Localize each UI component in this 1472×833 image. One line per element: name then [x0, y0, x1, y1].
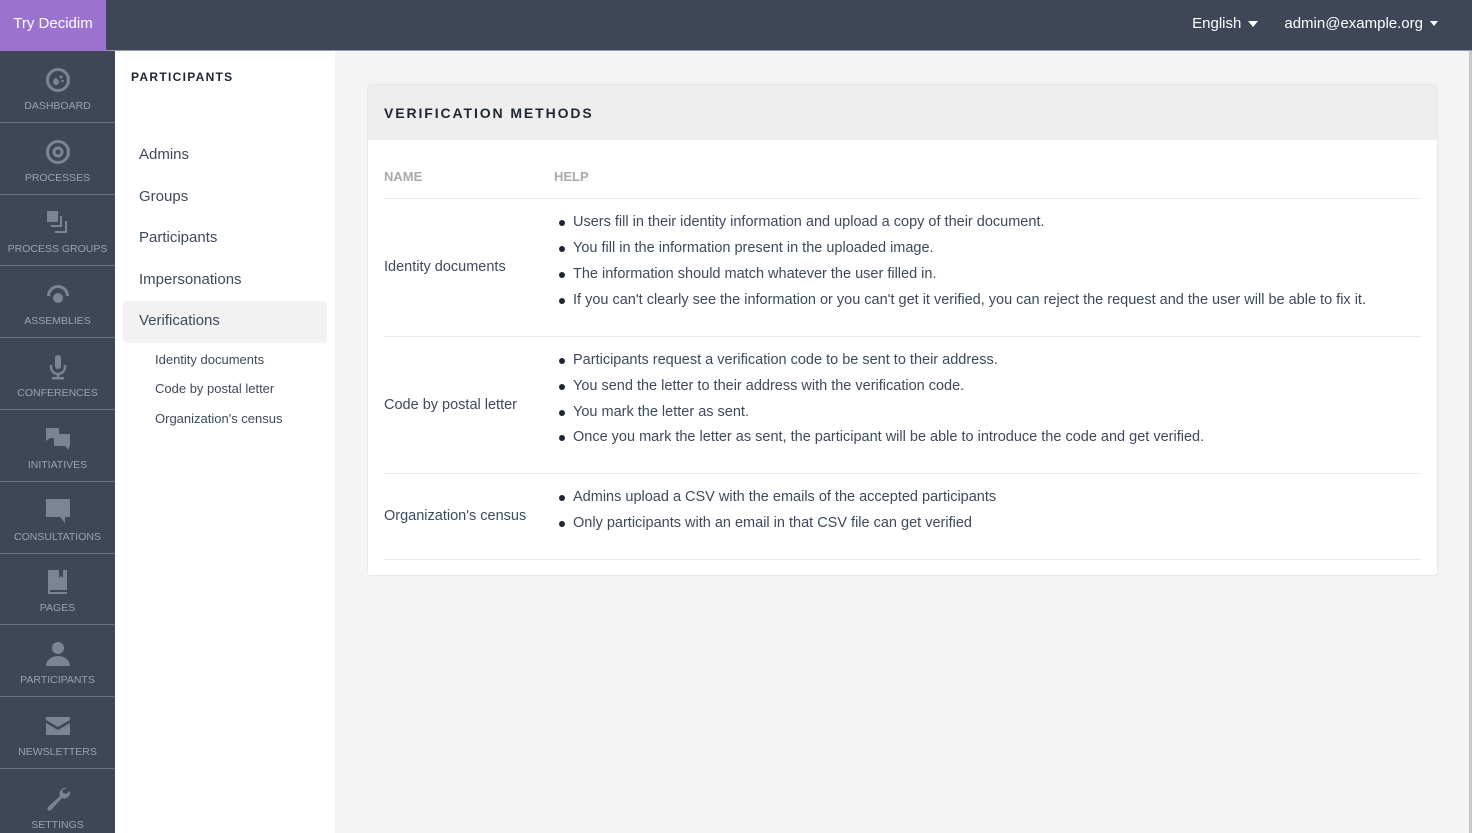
caret-down-icon	[1248, 20, 1259, 27]
nav-item-process-groups[interactable]: Process groups	[0, 195, 115, 267]
target-icon	[45, 139, 70, 164]
help-item: Once you mark the letter as sent, the pa…	[554, 425, 1421, 451]
language-label: English	[1192, 15, 1242, 32]
wrench-icon	[46, 787, 70, 811]
nav-item-initiatives[interactable]: Initiatives	[0, 410, 115, 482]
nav-item-pages[interactable]: Pages	[0, 554, 115, 626]
chat-bubbles-icon	[45, 427, 70, 450]
nav-label: Processes	[24, 171, 91, 184]
secondary-nav-title: PARTICIPANTS	[131, 70, 234, 84]
method-help: Participants request a verification code…	[554, 336, 1421, 474]
nav-item-newsletters[interactable]: Newsletters	[0, 697, 115, 769]
nav-item-processes[interactable]: Processes	[0, 123, 115, 195]
secnav-item-groups[interactable]: Groups	[123, 177, 327, 219]
help-item: Users fill in their identity information…	[554, 210, 1421, 236]
main-content: VERIFICATION METHODS NAME HELP Identity …	[335, 51, 1472, 833]
card-title: VERIFICATION METHODS	[384, 104, 594, 121]
help-item: Participants request a verification code…	[554, 348, 1421, 374]
person-icon	[45, 642, 70, 667]
nav-label: Initiatives	[27, 458, 88, 471]
secnav-subitem-postal-letter[interactable]: Code by postal letter	[123, 374, 327, 404]
nav-item-participants[interactable]: Participants	[0, 625, 115, 698]
user-menu-dropdown[interactable]: admin@example.org	[1284, 15, 1438, 32]
verification-methods-card: VERIFICATION METHODS NAME HELP Identity …	[367, 84, 1438, 576]
layers-icon	[46, 211, 67, 234]
table-row: Organization's census Admins upload a CS…	[384, 473, 1421, 560]
method-name: Organization's census	[384, 473, 554, 560]
column-header-name: NAME	[384, 156, 554, 199]
book-icon	[47, 570, 67, 595]
help-item: If you can't clearly see the information…	[554, 288, 1421, 314]
caret-down-icon	[1430, 21, 1438, 26]
nav-item-settings[interactable]: Settings	[0, 769, 115, 833]
help-item: You mark the letter as sent.	[554, 400, 1421, 426]
help-item: You send the letter to their address wit…	[554, 374, 1421, 400]
nav-label: Conferences	[17, 386, 98, 399]
column-header-help: HELP	[554, 156, 1421, 199]
top-bar: Try Decidim English admin@example.org	[0, 0, 1472, 51]
speech-bubble-icon	[45, 498, 70, 523]
method-help: Admins upload a CSV with the emails of t…	[554, 473, 1421, 560]
secnav-item-verifications[interactable]: Verifications	[123, 301, 327, 343]
help-item: Admins upload a CSV with the emails of t…	[554, 485, 1421, 511]
envelope-icon	[45, 716, 70, 735]
nav-item-consultations[interactable]: Consultations	[0, 482, 115, 554]
user-email: admin@example.org	[1284, 15, 1423, 32]
help-item: The information should match whatever th…	[554, 262, 1421, 288]
nav-label: Consultations	[14, 530, 101, 543]
help-item: Only participants with an email in that …	[554, 511, 1421, 537]
nav-label: Newsletters	[18, 745, 97, 758]
secnav-item-admins[interactable]: Admins	[123, 135, 327, 177]
secnav-subitem-census[interactable]: Organization's census	[123, 404, 327, 434]
nav-item-conferences[interactable]: Conferences	[0, 338, 115, 410]
microphone-icon	[49, 354, 66, 380]
table-row: Identity documents Users fill in their i…	[384, 198, 1421, 337]
nav-label: Settings	[31, 818, 84, 831]
nav-item-assemblies[interactable]: Assemblies	[0, 266, 115, 339]
help-item: You fill in the information present in t…	[554, 236, 1421, 262]
nav-item-dashboard[interactable]: Dashboard	[0, 51, 115, 123]
secondary-nav: PARTICIPANTS Admins Groups Participants …	[115, 51, 335, 833]
verification-methods-table: NAME HELP Identity documents Users fill …	[384, 156, 1421, 560]
nav-label: Process groups	[7, 243, 108, 256]
nav-label: Participants	[20, 674, 95, 687]
dashboard-icon	[45, 67, 70, 92]
method-name: Code by postal letter	[384, 336, 554, 474]
main-nav: Dashboard Processes Process groups Assem…	[0, 51, 115, 833]
nav-label: Pages	[39, 602, 76, 615]
brand-link[interactable]: Try Decidim	[0, 0, 106, 51]
method-help: Users fill in their identity information…	[554, 198, 1421, 337]
nav-label: Dashboard	[24, 99, 91, 112]
table-row: Code by postal letter Participants reque…	[384, 336, 1421, 474]
secnav-subitem-identity-documents[interactable]: Identity documents	[123, 345, 327, 375]
card-header: VERIFICATION METHODS	[368, 85, 1437, 140]
nav-label: Assemblies	[24, 315, 91, 328]
secnav-item-impersonations[interactable]: Impersonations	[123, 260, 327, 302]
secnav-item-participants[interactable]: Participants	[123, 218, 327, 260]
method-name: Identity documents	[384, 198, 554, 337]
language-dropdown[interactable]: English	[1192, 15, 1259, 32]
assembly-icon	[46, 285, 69, 304]
